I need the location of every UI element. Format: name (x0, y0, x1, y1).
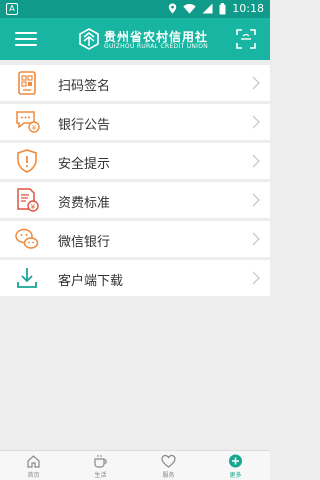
menu-item-announcement[interactable]: ¥ 银行公告 (0, 104, 270, 140)
status-time: 10:18 (232, 2, 264, 15)
security-shield-icon (17, 149, 37, 173)
menu-item-label: 资费标准 (58, 196, 111, 211)
menu-item-label: 客户端下载 (58, 274, 124, 289)
rcu-logo-icon (79, 28, 99, 50)
menu-item-download[interactable]: 客户端下载 (0, 260, 270, 296)
plus-circle-icon (229, 454, 242, 468)
menu-item-scan-sign[interactable]: 扫码签名 (0, 65, 270, 101)
tab-label: 生活 (94, 472, 107, 479)
chevron-right-icon (252, 193, 260, 207)
menu-item-fees[interactable]: ¥ 资费标准 (0, 182, 270, 218)
chevron-right-icon (252, 76, 260, 90)
menu-item-label: 银行公告 (58, 118, 111, 133)
brand-name-en: GUIZHOU RURAL CREDIT UNION (104, 43, 209, 50)
fee-standard-icon: ¥ (17, 188, 39, 212)
chevron-right-icon (252, 232, 260, 246)
download-icon (17, 268, 37, 288)
heart-icon (161, 454, 176, 468)
svg-text:¥: ¥ (32, 124, 37, 132)
tab-more[interactable]: 更多 (202, 451, 269, 480)
bottom-tab-bar: 首页 生活 服务 更多 (0, 450, 270, 480)
battery-icon (219, 2, 226, 14)
status-icons: 10:18 (168, 2, 264, 15)
home-icon (27, 455, 40, 468)
signal-icon (202, 3, 213, 14)
menu-item-security[interactable]: 安全提示 (0, 143, 270, 179)
chevron-right-icon (252, 271, 260, 285)
app-header: 贵州省农村信用社 GUIZHOU RURAL CREDIT UNION (0, 18, 270, 60)
scan-icon[interactable] (236, 29, 256, 49)
location-icon (169, 3, 177, 14)
tab-label: 更多 (229, 472, 242, 479)
menu-item-wechat-bank[interactable]: 微信银行 (0, 221, 270, 257)
announcement-icon: ¥ (16, 111, 40, 133)
scan-sign-icon (18, 71, 36, 95)
menu-icon[interactable] (15, 30, 37, 48)
tab-label: 服务 (162, 472, 175, 479)
coffee-icon (94, 455, 107, 468)
svg-text:¥: ¥ (31, 203, 36, 211)
tab-life[interactable]: 生活 (67, 451, 134, 480)
menu-item-label: 扫码签名 (58, 79, 111, 94)
brand-logo: 贵州省农村信用社 GUIZHOU RURAL CREDIT UNION (76, 25, 209, 53)
notification-a-icon: A (6, 3, 18, 15)
menu-item-label: 安全提示 (58, 157, 111, 172)
menu-item-label: 微信银行 (58, 235, 111, 250)
wifi-icon (183, 4, 196, 14)
wechat-icon (15, 228, 39, 249)
tab-service[interactable]: 服务 (135, 451, 202, 480)
tab-home[interactable]: 首页 (0, 451, 67, 480)
tab-label: 首页 (27, 472, 40, 479)
chevron-right-icon (252, 115, 260, 129)
chevron-right-icon (252, 154, 260, 168)
status-bar: A 10:18 (0, 0, 270, 18)
